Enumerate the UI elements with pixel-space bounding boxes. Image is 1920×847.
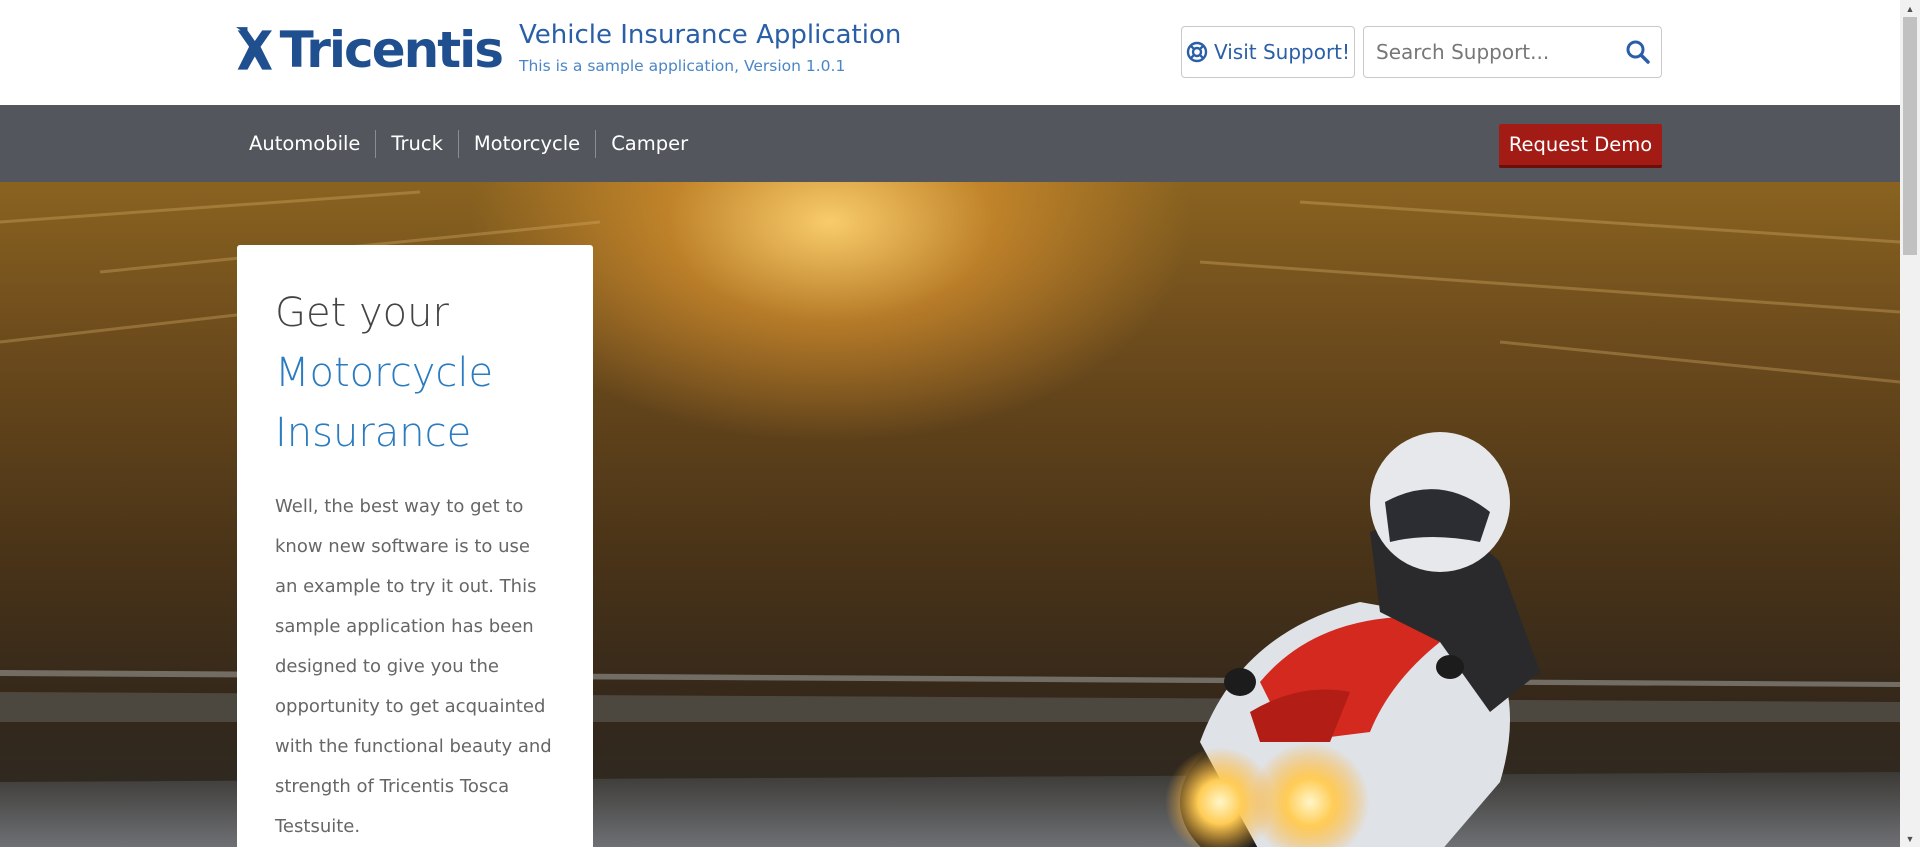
tricentis-x-icon bbox=[236, 27, 273, 70]
nav-item-automobile[interactable]: Automobile bbox=[236, 130, 375, 158]
visit-support-label: Visit Support! bbox=[1213, 40, 1351, 64]
hero-heading-line2: Motorcycle bbox=[275, 350, 494, 396]
search-support-box bbox=[1363, 26, 1662, 78]
hero-heading: Get your Motorcycle Insurance bbox=[275, 283, 557, 463]
lifebuoy-icon bbox=[1186, 41, 1208, 63]
logo-text: Tricentis bbox=[279, 21, 504, 79]
visit-support-button[interactable]: Visit Support! bbox=[1181, 26, 1355, 78]
hero-card: Get your Motorcycle Insurance Well, the … bbox=[237, 245, 593, 847]
request-demo-button[interactable]: Request Demo bbox=[1499, 124, 1662, 168]
app-subtitle: This is a sample application, Version 1.… bbox=[519, 57, 846, 75]
nav-item-camper[interactable]: Camper bbox=[595, 129, 703, 158]
scroll-up-arrow-icon[interactable]: ▲ bbox=[1900, 0, 1920, 17]
search-icon[interactable] bbox=[1625, 39, 1651, 65]
site-header: Tricentis Vehicle Insurance Application … bbox=[0, 0, 1900, 105]
nav-item-motorcycle[interactable]: Motorcycle bbox=[457, 129, 595, 158]
vertical-scrollbar[interactable]: ▲ ▼ bbox=[1900, 0, 1920, 847]
app-title: Vehicle Insurance Application bbox=[519, 20, 902, 50]
hero-heading-line3: Insurance bbox=[275, 410, 472, 456]
hero-body-text: Well, the best way to get to know new so… bbox=[275, 496, 552, 837]
nav-item-truck[interactable]: Truck bbox=[375, 129, 457, 158]
tricentis-logo[interactable]: Tricentis bbox=[236, 20, 504, 80]
scroll-down-arrow-icon[interactable]: ▼ bbox=[1900, 830, 1920, 847]
scroll-thumb[interactable] bbox=[1903, 17, 1917, 255]
search-support-input[interactable] bbox=[1364, 27, 1614, 77]
hero-heading-line1: Get your bbox=[275, 290, 449, 336]
hero-banner: Get your Motorcycle Insurance Well, the … bbox=[0, 182, 1900, 847]
nav-items: Automobile Truck Motorcycle Camper bbox=[236, 105, 703, 182]
